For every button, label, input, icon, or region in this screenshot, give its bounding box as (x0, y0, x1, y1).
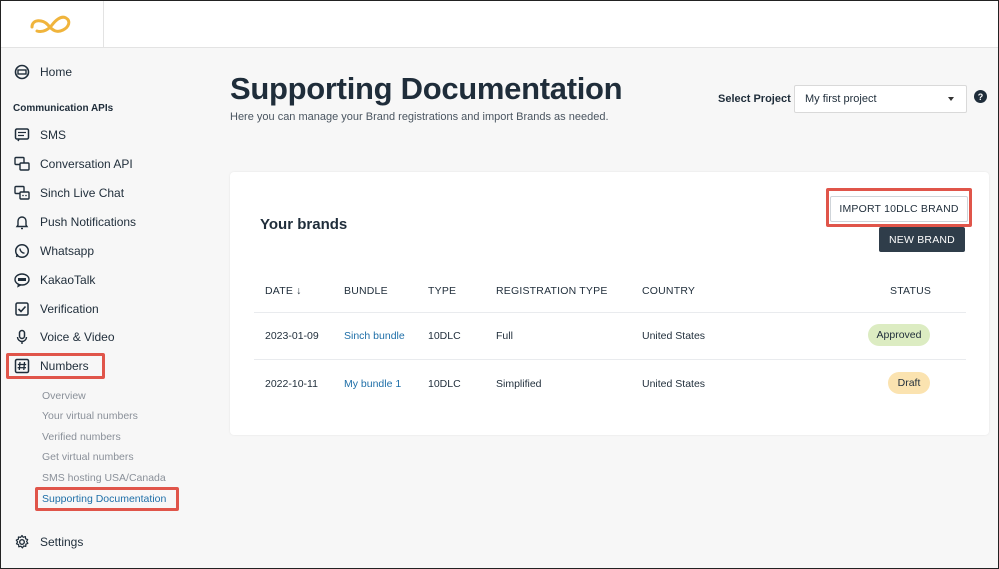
sidebar-subitem-overview[interactable]: Overview (42, 390, 86, 402)
column-header-country: COUNTRY (642, 285, 696, 297)
cell-bundle-link[interactable]: My bundle 1 (344, 378, 401, 390)
cell-type: 10DLC (428, 330, 461, 342)
sidebar-item-label: KakaoTalk (40, 273, 96, 287)
project-select-value: My first project (805, 93, 877, 105)
home-icon (13, 63, 31, 81)
sidebar-item-kakaotalk[interactable]: KakaoTalk (13, 268, 95, 292)
sidebar-item-label: Verification (40, 302, 99, 316)
sidebar-item-label: Numbers (40, 359, 89, 373)
sidebar-item-sinch-live-chat[interactable]: Sinch Live Chat (13, 181, 124, 205)
project-select-label: Select Project (718, 93, 791, 105)
sidebar-subitem-your-virtual-numbers[interactable]: Your virtual numbers (42, 410, 138, 422)
bell-icon (13, 213, 31, 231)
column-header-date[interactable]: DATE ↓ (265, 285, 302, 297)
sidebar-item-label: Home (40, 65, 73, 79)
page-subtitle: Here you can manage your Brand registrat… (230, 111, 609, 123)
sidebar-section-title: Communication APIs (13, 103, 114, 114)
import-10dlc-brand-button[interactable]: IMPORT 10DLC BRAND (830, 196, 968, 222)
sidebar-item-voice-video[interactable]: Voice & Video (13, 325, 115, 349)
sidebar-subitem-sms-hosting[interactable]: SMS hosting USA/Canada (42, 472, 166, 484)
cell-country: United States (642, 330, 706, 342)
gear-icon (13, 533, 31, 551)
top-bar (1, 1, 998, 48)
row-divider (254, 359, 966, 360)
sinch-logo-icon (30, 15, 71, 33)
kakaotalk-icon (13, 271, 31, 289)
cell-country: United States (642, 378, 706, 390)
checkbox-icon (13, 300, 31, 318)
brands-card: Your brands IMPORT 10DLC BRAND NEW BRAND… (230, 172, 989, 435)
column-header-registration-type: REGISTRATION TYPE (496, 285, 608, 297)
status-badge: Approved (868, 324, 930, 346)
cell-date: 2022-10-11 (265, 378, 318, 390)
sidebar-item-sms[interactable]: SMS (13, 123, 66, 147)
sidebar-item-conversation-api[interactable]: Conversation API (13, 152, 133, 176)
hash-icon (13, 357, 31, 375)
column-header-bundle: BUNDLE (344, 285, 388, 297)
page-title: Supporting Documentation (230, 71, 623, 106)
whatsapp-icon (13, 242, 31, 260)
sidebar-subitem-supporting-documentation[interactable]: Supporting Documentation (42, 493, 166, 505)
sidebar-subitem-verified-numbers[interactable]: Verified numbers (42, 431, 121, 443)
sidebar-item-label: Push Notifications (40, 215, 137, 229)
cell-registration-type: Full (496, 330, 513, 342)
sidebar-item-label: Voice & Video (40, 330, 115, 344)
sidebar-item-label: SMS (40, 128, 67, 142)
sidebar-item-label: Whatsapp (40, 244, 95, 258)
cell-type: 10DLC (428, 378, 461, 390)
help-icon[interactable]: ? (974, 90, 987, 103)
sidebar-item-push-notifications[interactable]: Push Notifications (13, 210, 136, 234)
column-header-type: TYPE (428, 285, 457, 297)
sidebar-item-label: Settings (40, 535, 84, 549)
sidebar-item-home[interactable]: Home (13, 60, 72, 84)
sidebar-item-label: Sinch Live Chat (40, 186, 125, 200)
sidebar-item-numbers[interactable]: Numbers (13, 354, 89, 378)
live-chat-icon (13, 184, 31, 202)
sidebar-subitem-get-virtual-numbers[interactable]: Get virtual numbers (42, 451, 134, 463)
column-header-status: STATUS (890, 285, 932, 297)
card-title: Your brands (260, 216, 348, 233)
logo[interactable] (1, 1, 104, 48)
project-select[interactable]: My first project (794, 85, 967, 113)
row-divider (254, 312, 966, 313)
sidebar-item-settings[interactable]: Settings (13, 530, 83, 554)
cell-bundle-link[interactable]: Sinch bundle (344, 330, 405, 342)
chat-bubbles-icon (13, 155, 31, 173)
sidebar-item-verification[interactable]: Verification (13, 297, 99, 321)
new-brand-button[interactable]: NEW BRAND (879, 227, 965, 252)
cell-date: 2023-01-09 (265, 330, 319, 342)
sidebar-item-label: Conversation API (40, 157, 133, 171)
status-badge: Draft (888, 372, 930, 394)
sidebar-item-whatsapp[interactable]: Whatsapp (13, 239, 94, 263)
message-icon (13, 126, 31, 144)
sidebar: Home Communication APIs SMS Conversation… (1, 48, 201, 568)
microphone-icon (13, 328, 31, 346)
cell-registration-type: Simplified (496, 378, 542, 390)
chevron-down-icon (948, 97, 954, 101)
